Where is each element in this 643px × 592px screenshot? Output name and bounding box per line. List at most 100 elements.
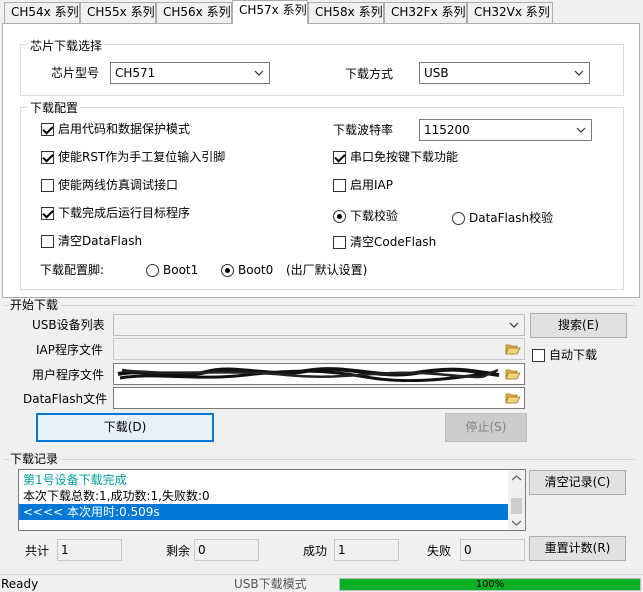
chevron-down-icon bbox=[254, 70, 264, 76]
clear-dataflash-checkbox[interactable]: 清空DataFlash bbox=[41, 233, 142, 249]
baud-label: 下载波特率 bbox=[333, 123, 394, 137]
tab-ch55x[interactable]: CH55x 系列 bbox=[80, 2, 156, 23]
baud-select[interactable]: 115200 bbox=[419, 119, 592, 141]
auto-download-label: 自动下载 bbox=[549, 348, 598, 362]
checkbox-box bbox=[41, 178, 54, 192]
download-config-title: 下载配置 bbox=[28, 101, 81, 115]
code-protect-checkbox[interactable]: 启用代码和数据保护模式 bbox=[41, 121, 190, 137]
reset-count-button[interactable]: 重置计数(R) bbox=[529, 536, 626, 561]
clear-log-button[interactable]: 清空记录(C) bbox=[529, 470, 626, 495]
chevron-down-icon bbox=[576, 127, 586, 133]
log-line: 第1号设备下载完成 bbox=[23, 473, 127, 487]
log-scrollbar[interactable] bbox=[508, 470, 525, 530]
checkbox-box bbox=[41, 150, 54, 164]
enable-iap-label: 启用IAP bbox=[350, 178, 393, 192]
chevron-down-icon[interactable] bbox=[511, 519, 522, 527]
folder-open-icon[interactable] bbox=[502, 339, 524, 359]
checkbox-box bbox=[333, 178, 346, 192]
folder-open-icon[interactable] bbox=[502, 388, 524, 408]
checkbox-box bbox=[41, 122, 54, 136]
redaction-scribble bbox=[117, 367, 500, 382]
iap-file-label: IAP程序文件 bbox=[36, 343, 103, 357]
success-count-field: 1 bbox=[334, 539, 399, 561]
fail-count-field: 0 bbox=[460, 539, 525, 561]
search-button[interactable]: 搜索(E) bbox=[530, 313, 627, 338]
log-line-selected: <<<< 本次用时:0.509s bbox=[19, 504, 509, 520]
iap-file-input[interactable] bbox=[113, 338, 525, 360]
boot1-radio[interactable]: Boot1 bbox=[146, 262, 198, 278]
tab-ch57x[interactable]: CH57x 系列 bbox=[232, 0, 308, 24]
radio-dot bbox=[452, 211, 465, 225]
radio-dot bbox=[333, 209, 346, 223]
remaining-label: 剩余 bbox=[166, 544, 191, 558]
serial-no-key-checkbox[interactable]: 串口免按键下载功能 bbox=[333, 149, 458, 165]
folder-open-icon[interactable] bbox=[502, 364, 524, 384]
log-title: 下载记录 bbox=[10, 452, 61, 466]
chip-select-title: 芯片下载选择 bbox=[28, 39, 105, 53]
code-protect-label: 启用代码和数据保护模式 bbox=[58, 122, 191, 136]
checkbox-box bbox=[41, 206, 54, 220]
section-divider bbox=[4, 459, 635, 460]
chip-model-label: 芯片型号 bbox=[51, 66, 100, 80]
dataflash-file-label: DataFlash文件 bbox=[23, 392, 108, 406]
two-wire-debug-checkbox[interactable]: 使能两线仿真调试接口 bbox=[41, 177, 178, 193]
tab-ch56x[interactable]: CH56x 系列 bbox=[156, 2, 232, 23]
log-list[interactable]: 第1号设备下载完成 本次下载总数:1,成功数:1,失败数:0 <<<< 本次用时… bbox=[18, 469, 526, 531]
user-program-label: 用户程序文件 bbox=[32, 368, 105, 382]
tab-ch32fx[interactable]: CH32Fx 系列 bbox=[384, 2, 467, 23]
baud-value: 115200 bbox=[424, 123, 470, 137]
clear-codeflash-label: 清空CodeFlash bbox=[350, 235, 437, 249]
total-count-field: 1 bbox=[57, 539, 122, 561]
dataflash-verify-label: DataFlash校验 bbox=[469, 211, 554, 225]
status-text: Ready bbox=[1, 577, 39, 591]
checkbox-box bbox=[333, 150, 346, 164]
chevron-down-icon bbox=[574, 70, 584, 76]
rst-reset-checkbox[interactable]: 使能RST作为手工复位输入引脚 bbox=[41, 149, 225, 165]
boot0-radio[interactable]: Boot0 bbox=[221, 262, 273, 278]
tab-ch54x[interactable]: CH54x 系列 bbox=[4, 2, 80, 23]
dataflash-verify-radio[interactable]: DataFlash校验 bbox=[452, 210, 553, 226]
total-label: 共计 bbox=[25, 544, 50, 558]
two-wire-debug-label: 使能两线仿真调试接口 bbox=[58, 178, 179, 192]
boot0-label: Boot0 bbox=[238, 263, 274, 277]
usb-list-label: USB设备列表 bbox=[32, 318, 105, 332]
run-after-download-checkbox[interactable]: 下载完成后运行目标程序 bbox=[41, 205, 190, 221]
dataflash-file-input[interactable] bbox=[113, 387, 525, 409]
tab-panel: 芯片下载选择 芯片型号 CH571 下载方式 USB 下载配置 启用代码和数据保… bbox=[2, 23, 640, 298]
success-label: 成功 bbox=[303, 544, 328, 558]
auto-download-checkbox[interactable]: 自动下载 bbox=[532, 347, 597, 363]
log-line: 本次下载总数:1,成功数:1,失败数:0 bbox=[23, 489, 210, 503]
download-button[interactable]: 下载(D) bbox=[36, 413, 214, 442]
download-verify-radio[interactable]: 下载校验 bbox=[333, 208, 398, 224]
stop-button[interactable]: 停止(S) bbox=[445, 413, 527, 442]
remaining-count-field: 0 bbox=[194, 539, 259, 561]
run-after-download-label: 下载完成后运行目标程序 bbox=[58, 206, 191, 220]
tab-ch32vx[interactable]: CH32Vx 系列 bbox=[467, 2, 553, 23]
download-mode-value: USB bbox=[424, 66, 449, 80]
usb-device-select[interactable] bbox=[113, 314, 525, 336]
status-mode: USB下载模式 bbox=[234, 577, 307, 591]
checkbox-box bbox=[532, 348, 545, 362]
pin-note: (出厂默认设置) bbox=[286, 263, 368, 277]
section-divider bbox=[4, 305, 635, 306]
rst-reset-label: 使能RST作为手工复位输入引脚 bbox=[58, 150, 226, 164]
serial-no-key-label: 串口免按键下载功能 bbox=[350, 150, 459, 164]
chip-model-select[interactable]: CH571 bbox=[110, 62, 270, 84]
tab-ch58x[interactable]: CH58x 系列 bbox=[308, 2, 384, 23]
scrollbar-thumb[interactable] bbox=[511, 498, 522, 514]
radio-dot bbox=[221, 263, 234, 277]
chevron-down-icon bbox=[509, 322, 519, 328]
progress-text: 100% bbox=[475, 579, 505, 590]
clear-codeflash-checkbox[interactable]: 清空CodeFlash bbox=[333, 234, 436, 250]
chip-model-value: CH571 bbox=[115, 66, 156, 80]
status-bar: Ready USB下载模式 100% bbox=[0, 574, 643, 592]
user-program-input[interactable] bbox=[113, 363, 525, 385]
download-progress-bar: 100% bbox=[339, 578, 641, 591]
download-mode-select[interactable]: USB bbox=[419, 62, 590, 84]
radio-dot bbox=[146, 263, 159, 277]
download-mode-label: 下载方式 bbox=[345, 67, 394, 81]
chevron-up-icon[interactable] bbox=[511, 474, 522, 482]
enable-iap-checkbox[interactable]: 启用IAP bbox=[333, 177, 393, 193]
download-verify-label: 下载校验 bbox=[350, 209, 399, 223]
pin-label: 下载配置脚: bbox=[40, 263, 105, 277]
